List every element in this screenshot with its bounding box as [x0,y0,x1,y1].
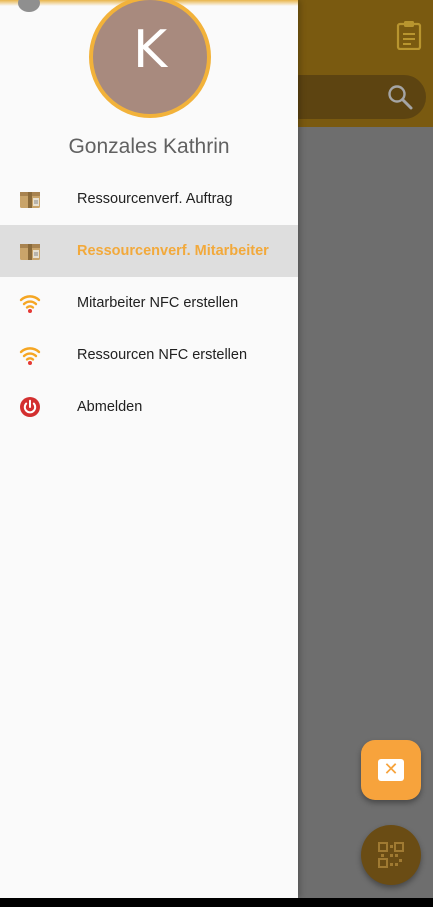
menu-item-label: Ressourcenverf. Auftrag [77,191,233,207]
system-navigation-bar [0,898,433,907]
menu-item-mitarbeiter-nfc-erstellen[interactable]: Mitarbeiter NFC erstellen [0,277,298,329]
qr-scan-fab-button[interactable] [361,825,421,885]
close-fab-button[interactable]: ✕ [361,740,421,800]
menu-item-label: Abmelden [77,399,143,415]
menu-item-label: Ressourcenverf. Mitarbeiter [77,243,269,259]
navigation-drawer: K Gonzales Kathrin Ressourcenverf. Auftr… [0,0,298,898]
power-icon [20,397,40,417]
search-field[interactable] [278,75,426,119]
avatar[interactable]: K [89,0,211,118]
menu-item-label: Ressourcen NFC erstellen [77,347,248,363]
menu-item-abmelden[interactable]: Abmelden [0,381,298,433]
app-logo-icon [18,0,40,12]
nfc-wifi-icon [19,295,41,313]
screen: ✕ K Gonzales Kathrin Ressourcenverf. Auf… [0,0,433,907]
profile-name: Gonzales Kathrin [68,135,230,158]
resource-box-icon [20,192,40,208]
clipboard-icon[interactable] [396,20,422,50]
resource-box-icon [20,244,40,260]
nfc-wifi-icon [19,347,41,365]
avatar-letter: K [132,20,168,80]
search-icon[interactable] [386,83,414,111]
menu-item-label: Mitarbeiter NFC erstellen [77,295,239,311]
menu-item-ressourcenverf-mitarbeiter[interactable]: Ressourcenverf. Mitarbeiter [0,225,298,277]
menu-item-ressourcen-nfc-erstellen[interactable]: Ressourcen NFC erstellen [0,329,298,381]
drawer-menu: Ressourcenverf. Auftrag Ressourcenverf. … [0,173,298,433]
menu-item-ressourcenverf-auftrag[interactable]: Ressourcenverf. Auftrag [0,173,298,225]
close-icon: ✕ [378,759,404,781]
qr-code-icon [378,842,404,868]
